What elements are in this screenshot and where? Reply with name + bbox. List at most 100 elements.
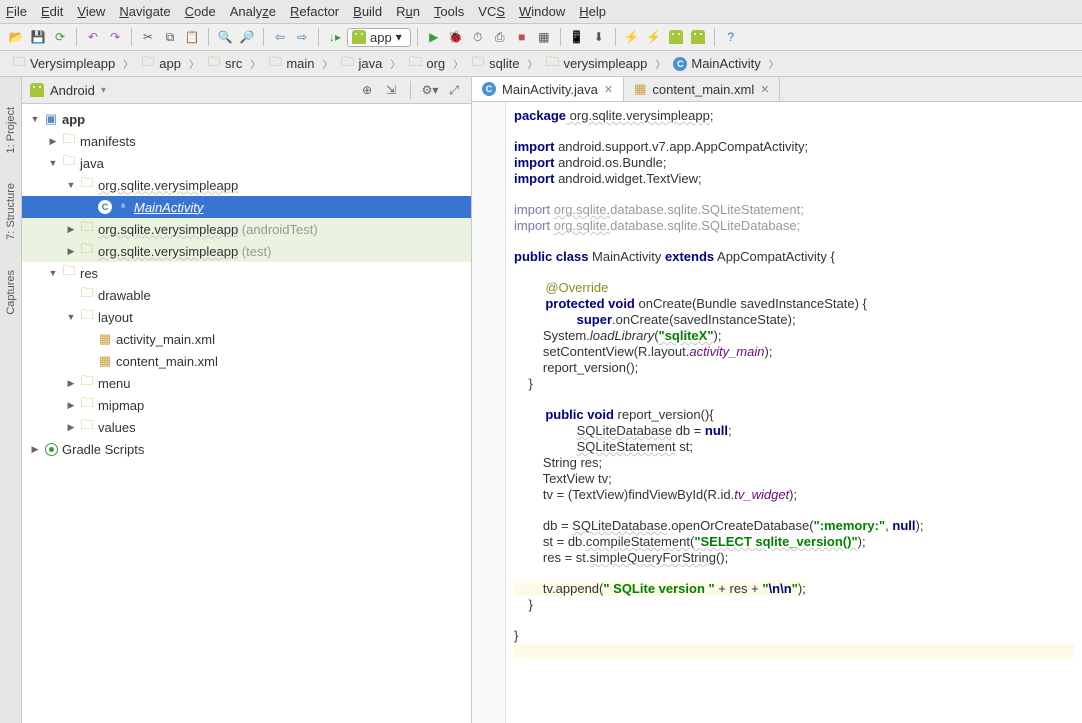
menu-file[interactable]: File — [6, 4, 27, 19]
breadcrumb: 🗀Verysimpleapp〉 🗀app〉 🗀src〉 🗀main〉 🗀java… — [0, 51, 1082, 77]
layout-icon[interactable]: ▦ — [534, 27, 554, 47]
tab-main-activity[interactable]: CMainActivity.java✕ — [472, 77, 624, 101]
project-tool-tab[interactable]: 1: Project — [5, 107, 17, 153]
folder-icon: 🗀 — [141, 57, 155, 71]
sync-icon[interactable]: ⟳ — [50, 27, 70, 47]
editor-gutter — [472, 102, 506, 723]
folder-icon: 🗀 — [408, 57, 422, 71]
tree-activity-main-xml[interactable]: ▦activity_main.xml — [22, 328, 471, 350]
zoom-in-icon[interactable]: 🔍 — [215, 27, 235, 47]
tree-gradle[interactable]: ▶Gradle Scripts — [22, 438, 471, 460]
android-monitor2-icon[interactable] — [688, 27, 708, 47]
tree-pkg-test[interactable]: ▶🗀org.sqlite.verysimpleapp (test) — [22, 240, 471, 262]
tree-mipmap[interactable]: ▶🗀mipmap — [22, 394, 471, 416]
main-toolbar: 📂 💾 ⟳ ↶ ↷ ✂ ⧉ 📋 🔍 🔎 ⇦ ⇨ ↓▸ app ▾ ▶ 🐞 ⏱ ⎙… — [0, 24, 1082, 51]
folder-icon: 🗀 — [471, 57, 485, 71]
tree-values[interactable]: ▶🗀values — [22, 416, 471, 438]
close-tab-icon[interactable]: ✕ — [604, 83, 613, 96]
android-icon — [30, 83, 44, 97]
menu-view[interactable]: View — [77, 4, 105, 19]
structure-tool-tab[interactable]: 7: Structure — [5, 183, 17, 240]
bc-root[interactable]: 🗀Verysimpleapp — [6, 55, 121, 72]
bc-sqlite[interactable]: 🗀sqlite — [465, 55, 525, 72]
paste-icon[interactable]: 📋 — [182, 27, 202, 47]
menu-code[interactable]: Code — [185, 4, 216, 19]
menu-analyze[interactable]: Analyze — [230, 4, 276, 19]
captures-tool-tab[interactable]: Captures — [5, 270, 17, 315]
tree-java[interactable]: ▼🗀java — [22, 152, 471, 174]
tree-menu[interactable]: ▶🗀menu — [22, 372, 471, 394]
cut-icon[interactable]: ✂ — [138, 27, 158, 47]
open-icon[interactable]: 📂 — [6, 27, 26, 47]
help-icon[interactable]: ? — [721, 27, 741, 47]
bc-pkg[interactable]: 🗀verysimpleapp — [540, 55, 654, 72]
save-icon[interactable]: 💾 — [28, 27, 48, 47]
copy-icon[interactable]: ⧉ — [160, 27, 180, 47]
menu-tools[interactable]: Tools — [434, 4, 464, 19]
bc-org[interactable]: 🗀org — [402, 55, 451, 72]
folder-icon: 🗀 — [12, 57, 26, 71]
class-icon: C — [673, 57, 687, 71]
android-icon — [352, 30, 366, 44]
tree-pkg-androidtest[interactable]: ▶🗀org.sqlite.verysimpleapp (androidTest) — [22, 218, 471, 240]
tab-content-main[interactable]: ▦content_main.xml✕ — [624, 77, 780, 101]
forward-icon[interactable]: ⇨ — [292, 27, 312, 47]
menu-vcs[interactable]: VCS — [478, 4, 505, 19]
instant-debug-icon[interactable]: ⚡ — [644, 27, 664, 47]
menu-edit[interactable]: Edit — [41, 4, 63, 19]
menu-build[interactable]: Build — [353, 4, 382, 19]
bc-java[interactable]: 🗀java — [335, 55, 389, 72]
attach-icon[interactable]: ⎙ — [490, 27, 510, 47]
tree-layout[interactable]: ▼🗀layout — [22, 306, 471, 328]
project-panel: Android ▾ ⊕ ⇲ ⚙▾ ⤢ ▼▣app ▶🗀manifests ▼🗀j… — [22, 77, 472, 723]
sdk-icon[interactable]: ⬇ — [589, 27, 609, 47]
tree-content-main-xml[interactable]: ▦content_main.xml — [22, 350, 471, 372]
hide-icon[interactable]: ⤢ — [445, 81, 463, 99]
back-icon[interactable]: ⇦ — [270, 27, 290, 47]
tree-drawable[interactable]: 🗀drawable — [22, 284, 471, 306]
collapse-icon[interactable]: ⇲ — [382, 81, 400, 99]
tree-manifests[interactable]: ▶🗀manifests — [22, 130, 471, 152]
folder-icon: 🗀 — [341, 57, 355, 71]
xml-icon: ▦ — [634, 81, 646, 97]
editor-tabs: CMainActivity.java✕ ▦content_main.xml✕ — [472, 77, 1082, 102]
profile-icon[interactable]: ⏱ — [468, 27, 488, 47]
bc-main[interactable]: 🗀main — [262, 55, 320, 72]
bc-src[interactable]: 🗀src — [201, 55, 248, 72]
debug-icon[interactable]: 🐞 — [446, 27, 466, 47]
project-panel-header: Android ▾ ⊕ ⇲ ⚙▾ ⤢ — [22, 77, 471, 104]
project-view-selector[interactable]: Android — [50, 83, 95, 98]
tree-res[interactable]: ▼🗀res — [22, 262, 471, 284]
tree-pkg-main[interactable]: ▼🗀org.sqlite.verysimpleapp — [22, 174, 471, 196]
undo-icon[interactable]: ↶ — [83, 27, 103, 47]
folder-icon: 🗀 — [546, 57, 560, 71]
zoom-out-icon[interactable]: 🔎 — [237, 27, 257, 47]
run-config-selector[interactable]: app ▾ — [347, 28, 411, 47]
stop-icon[interactable]: ■ — [512, 27, 532, 47]
menu-refactor[interactable]: Refactor — [290, 4, 339, 19]
run-icon[interactable]: ▶ — [424, 27, 444, 47]
menu-run[interactable]: Run — [396, 4, 420, 19]
tool-window-bar: 1: Project 7: Structure Captures — [0, 77, 22, 723]
folder-icon: 🗀 — [207, 57, 221, 71]
scroll-to-icon[interactable]: ⊕ — [358, 81, 376, 99]
bc-class[interactable]: CMainActivity — [667, 55, 766, 72]
code-area[interactable]: package org.sqlite.verysimpleapp; import… — [506, 102, 1082, 723]
folder-icon: 🗀 — [268, 57, 282, 71]
android-monitor-icon[interactable] — [666, 27, 686, 47]
close-tab-icon[interactable]: ✕ — [760, 83, 769, 96]
bc-app[interactable]: 🗀app — [135, 55, 187, 72]
make-icon[interactable]: ↓▸ — [325, 27, 345, 47]
menu-window[interactable]: Window — [519, 4, 565, 19]
tree-main-activity[interactable]: CᵃMainActivity — [22, 196, 471, 218]
menu-navigate[interactable]: Navigate — [119, 4, 170, 19]
gradle-icon — [45, 443, 58, 456]
avd-icon[interactable]: 📱 — [567, 27, 587, 47]
menu-bar: File Edit View Navigate Code Analyze Ref… — [0, 0, 1082, 24]
menu-help[interactable]: Help — [579, 4, 606, 19]
tree-app[interactable]: ▼▣app — [22, 108, 471, 130]
redo-icon[interactable]: ↷ — [105, 27, 125, 47]
settings-icon[interactable]: ⚙▾ — [421, 81, 439, 99]
project-tree: ▼▣app ▶🗀manifests ▼🗀java ▼🗀org.sqlite.ve… — [22, 104, 471, 723]
instant-run-icon[interactable]: ⚡ — [622, 27, 642, 47]
